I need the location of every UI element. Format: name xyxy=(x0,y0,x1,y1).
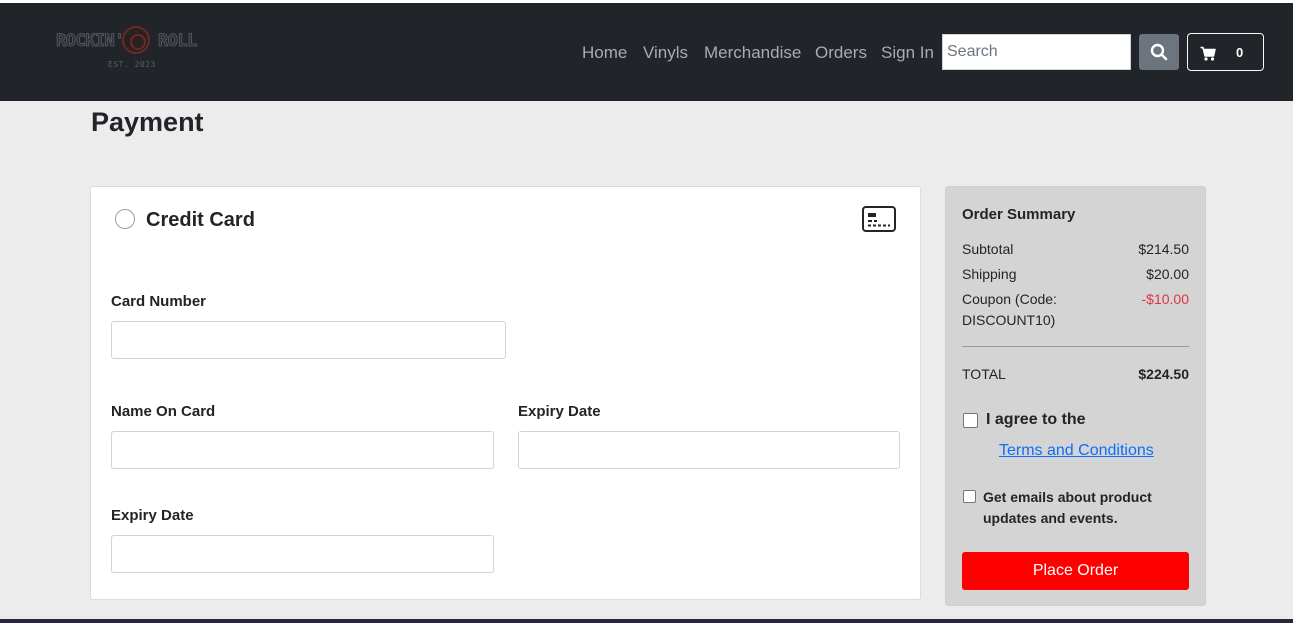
nav-orders[interactable]: Orders xyxy=(815,43,867,63)
emails-opt-in-label: Get emails about product updates and eve… xyxy=(983,489,1152,526)
cart-count: 0 xyxy=(1236,45,1244,60)
expiry-date-label: Expiry Date xyxy=(518,403,601,420)
terms-and-conditions-link[interactable]: Terms and Conditions xyxy=(999,442,1154,460)
card-number-label: Card Number xyxy=(111,293,207,310)
name-on-card-input[interactable] xyxy=(111,431,494,469)
emails-opt-in-checkbox[interactable] xyxy=(963,490,976,503)
search-icon xyxy=(1150,43,1168,61)
name-on-card-label: Name On Card xyxy=(111,403,216,420)
shipping-value: $20.00 xyxy=(1146,266,1189,282)
order-summary-title: Order Summary xyxy=(962,206,1076,223)
summary-divider xyxy=(962,346,1189,347)
logo-text-left: ROCKIN' xyxy=(56,31,125,52)
place-order-button[interactable]: Place Order xyxy=(962,552,1189,590)
bottom-divider xyxy=(0,619,1293,623)
coupon-label: Coupon (Code: DISCOUNT10) xyxy=(962,291,1057,328)
nav-sign-in[interactable]: Sign In xyxy=(881,43,934,63)
credit-card-radio[interactable] xyxy=(115,209,135,229)
nav-vinyls[interactable]: Vinyls xyxy=(643,43,688,63)
card-number-input[interactable] xyxy=(111,321,506,359)
order-summary: Order Summary Subtotal $214.50 Shipping … xyxy=(945,186,1206,606)
nav-home[interactable]: Home xyxy=(582,43,627,63)
expiry-date-label-2: Expiry Date xyxy=(111,507,194,524)
nav-merchandise[interactable]: Merchandise xyxy=(704,43,801,63)
payment-card: Credit Card Card Number Name On Card Exp… xyxy=(90,186,921,600)
cart-icon xyxy=(1200,46,1216,61)
coupon-value: -$10.00 xyxy=(1141,291,1189,307)
subtotal-value: $214.50 xyxy=(1138,241,1189,257)
expiry-date-input-2[interactable] xyxy=(111,535,494,573)
cart-button[interactable]: 0 xyxy=(1187,33,1264,71)
brand-logo[interactable]: ROCKIN' ROLL EST. 2023 xyxy=(56,25,202,75)
search-button[interactable] xyxy=(1139,34,1179,70)
logo-est: EST. 2023 xyxy=(108,60,156,69)
agree-terms-label: I agree to the xyxy=(986,411,1086,428)
total-label: TOTAL xyxy=(962,366,1006,382)
credit-card-icon xyxy=(862,206,896,232)
logo-text-right: ROLL xyxy=(158,31,198,52)
agree-terms-checkbox[interactable] xyxy=(963,413,978,428)
search-input[interactable] xyxy=(942,34,1131,70)
expiry-date-input[interactable] xyxy=(518,431,900,469)
navbar: ROCKIN' ROLL EST. 2023 Home Vinyls Merch… xyxy=(0,3,1293,101)
page-title: Payment xyxy=(91,107,204,137)
total-value: $224.50 xyxy=(1138,366,1189,382)
shipping-label: Shipping xyxy=(962,266,1017,282)
vinyl-record-icon xyxy=(122,26,150,54)
payment-method-title: Credit Card xyxy=(146,209,255,231)
subtotal-label: Subtotal xyxy=(962,241,1014,257)
